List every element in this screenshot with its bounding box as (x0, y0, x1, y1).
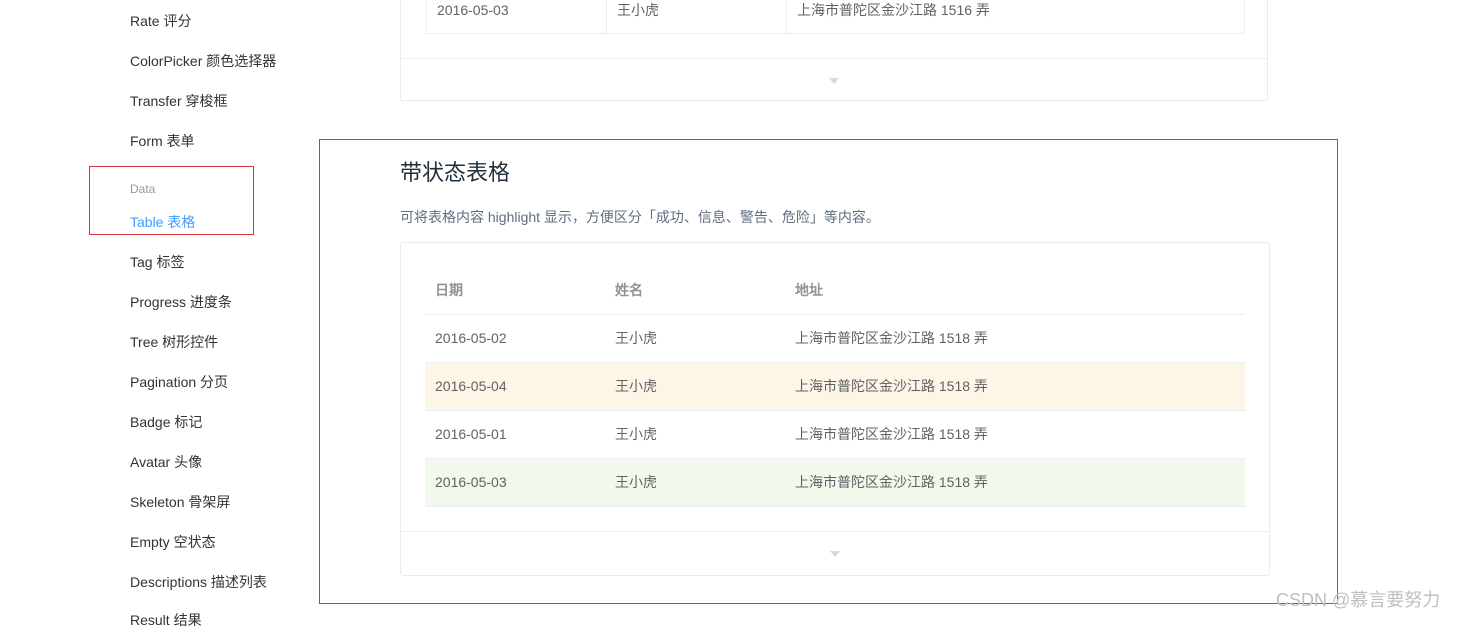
sidebar-item-progress[interactable]: Progress 进度条 (130, 292, 232, 312)
sidebar-item-descriptions[interactable]: Descriptions 描述列表 (130, 572, 267, 592)
sidebar-item-skeleton[interactable]: Skeleton 骨架屏 (130, 492, 230, 512)
header-name: 姓名 (615, 282, 643, 298)
cell-date: 2016-05-03 (435, 474, 507, 490)
table-row: 2016-05-03 王小虎 上海市普陀区金沙江路 1516 弄 (426, 0, 1245, 34)
sidebar-item-rate[interactable]: Rate 评分 (130, 11, 191, 31)
expand-code-button[interactable] (401, 58, 1267, 102)
sidebar-item-avatar[interactable]: Avatar 头像 (130, 452, 202, 472)
sidebar-item-tree[interactable]: Tree 树形控件 (130, 332, 218, 352)
sidebar-item-result[interactable]: Result 结果 (130, 610, 202, 630)
table-row-success: 2016-05-03 王小虎 上海市普陀区金沙江路 1518 弄 (425, 459, 1245, 507)
cell-name: 王小虎 (615, 378, 657, 394)
cell-name: 王小虎 (607, 0, 787, 33)
cell-date: 2016-05-02 (435, 330, 507, 346)
cell-date: 2016-05-01 (435, 426, 507, 442)
sidebar-item-colorpicker[interactable]: ColorPicker 颜色选择器 (130, 51, 276, 71)
expand-code-button[interactable] (401, 531, 1269, 575)
sidebar-item-form[interactable]: Form 表单 (130, 131, 195, 151)
demo-block-previous: 2016-05-03 王小虎 上海市普陀区金沙江路 1516 弄 (400, 0, 1268, 101)
sidebar-item-pagination[interactable]: Pagination 分页 (130, 372, 228, 392)
cell-name: 王小虎 (615, 474, 657, 490)
sidebar-item-tag[interactable]: Tag 标签 (130, 252, 184, 272)
cell-date: 2016-05-04 (435, 378, 507, 394)
caret-down-icon (830, 551, 840, 557)
status-table: 日期 姓名 地址 2016-05-02 王小虎 上海市普陀区金沙江路 1518 … (425, 267, 1245, 507)
sidebar: Rate 评分 ColorPicker 颜色选择器 Transfer 穿梭框 F… (0, 0, 300, 628)
sidebar-item-empty[interactable]: Empty 空状态 (130, 532, 216, 552)
table-row: 2016-05-02 王小虎 上海市普陀区金沙江路 1518 弄 (425, 315, 1245, 363)
cell-address: 上海市普陀区金沙江路 1518 弄 (795, 378, 988, 394)
caret-down-icon (829, 78, 839, 84)
cell-address: 上海市普陀区金沙江路 1518 弄 (795, 474, 988, 490)
cell-name: 王小虎 (615, 426, 657, 442)
cell-address: 上海市普陀区金沙江路 1518 弄 (795, 426, 988, 442)
header-address: 地址 (795, 282, 823, 298)
highlight-box-sidebar (89, 166, 254, 235)
section-title: 带状态表格 (400, 160, 511, 185)
table-row-warning: 2016-05-04 王小虎 上海市普陀区金沙江路 1518 弄 (425, 363, 1245, 411)
section-description: 可将表格内容 highlight 显示，方便区分「成功、信息、警告、危险」等内容… (400, 209, 880, 225)
table-row: 2016-05-01 王小虎 上海市普陀区金沙江路 1518 弄 (425, 411, 1245, 459)
sidebar-item-transfer[interactable]: Transfer 穿梭框 (130, 91, 228, 111)
cell-name: 王小虎 (615, 330, 657, 346)
cell-date: 2016-05-03 (427, 0, 607, 33)
table-header-row: 日期 姓名 地址 (425, 267, 1245, 315)
header-date: 日期 (435, 282, 463, 298)
demo-block-status-table: 日期 姓名 地址 2016-05-02 王小虎 上海市普陀区金沙江路 1518 … (400, 242, 1270, 576)
watermark: CSDN @慕言要努力 (1276, 590, 1441, 610)
cell-address: 上海市普陀区金沙江路 1516 弄 (797, 2, 990, 18)
sidebar-item-badge[interactable]: Badge 标记 (130, 412, 202, 432)
cell-address: 上海市普陀区金沙江路 1518 弄 (795, 330, 988, 346)
